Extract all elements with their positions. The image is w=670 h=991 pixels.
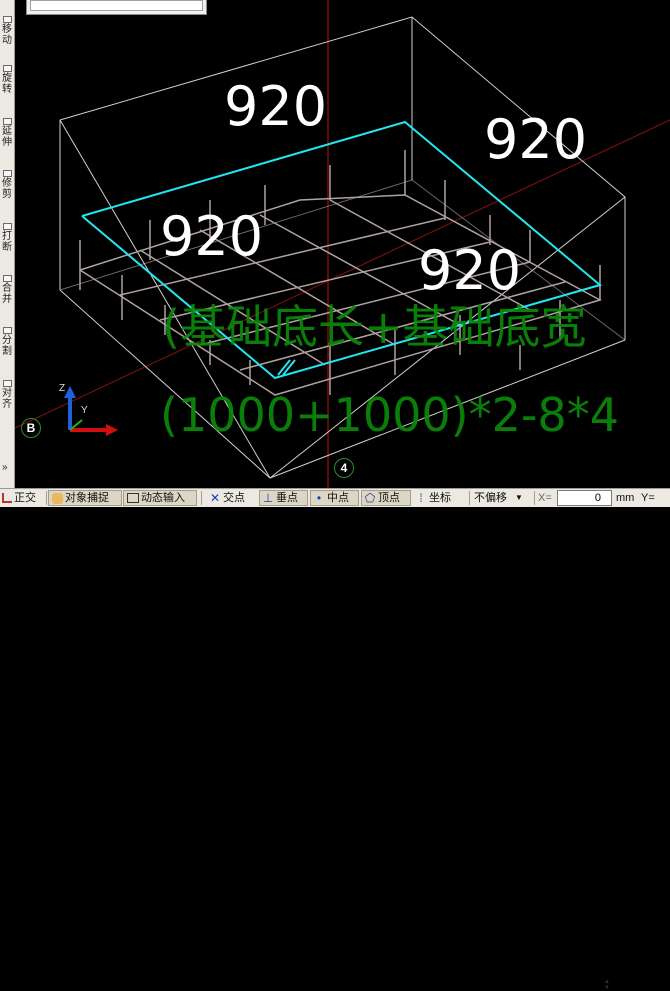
property-popup[interactable]	[26, 0, 207, 15]
trim-label: 修剪	[2, 178, 12, 200]
dynamic-input-icon	[127, 493, 139, 503]
formula-line-2: (1000+1000)*2-8*4	[160, 388, 619, 442]
extend-tool[interactable]: 延伸	[0, 118, 14, 148]
move-label: 移动	[2, 24, 12, 46]
perpendicular-icon: ⊥	[262, 490, 274, 505]
midpoint-snap[interactable]: • 中点	[310, 490, 359, 506]
merge-label: 合并	[2, 283, 12, 305]
merge-tool[interactable]: 合并	[0, 275, 14, 305]
merge-icon	[2, 275, 12, 282]
split-label: 分割	[2, 335, 12, 357]
intersection-icon: ✕	[209, 490, 221, 505]
coordinate-icon: ⁞	[419, 490, 423, 505]
dimension-label-top: 920	[224, 75, 328, 138]
vertex-icon: ⬠	[364, 490, 376, 505]
rebar-grid	[79, 150, 602, 396]
break-icon	[2, 223, 12, 230]
object-snap-label: 对象捕捉	[65, 492, 109, 504]
ucs-z-label: Z	[59, 383, 66, 394]
3d-viewport[interactable]: 920 920 920 920 (基础底长+基础底宽 (1000+1000)*2…	[15, 0, 670, 488]
dimension-label-right: 920	[484, 108, 588, 171]
break-tool[interactable]: 打断	[0, 223, 14, 253]
vertex-label: 顶点	[378, 492, 400, 504]
ortho-label: 正交	[14, 492, 36, 504]
x-label: X=	[538, 492, 552, 504]
ucs-y-label: Y	[81, 405, 88, 416]
perpendicular-snap[interactable]: ⊥ 垂点	[259, 490, 308, 506]
x-unit: mm	[616, 492, 635, 504]
coordinate-snap[interactable]: ⁞ 坐标	[415, 490, 451, 506]
split-tool[interactable]: 分割	[0, 327, 14, 357]
dynamic-input-toggle[interactable]: 动态输入	[123, 490, 197, 506]
split-icon	[2, 327, 12, 334]
ortho-toggle[interactable]: 正交	[2, 490, 36, 506]
x-spinner-icon[interactable]: ▲ ▼	[604, 979, 610, 991]
intersection-label: 交点	[223, 492, 245, 504]
extend-icon	[2, 118, 12, 125]
y-label: Y=	[641, 492, 655, 504]
move-tool[interactable]: 移动	[0, 16, 14, 46]
align-tool[interactable]: 对齐	[0, 380, 14, 410]
rotate-tool[interactable]: 旋转	[0, 65, 14, 95]
chevron-down-icon: ▼	[515, 493, 523, 502]
break-label: 打断	[2, 231, 12, 253]
axis-marker-b: B	[21, 418, 41, 438]
toolbar-more-icon[interactable]: »	[2, 462, 8, 473]
left-toolbar: 移动 旋转 延伸 修剪 打断 合并 分割 对齐 »	[0, 0, 15, 488]
ortho-icon	[2, 493, 12, 503]
vertex-snap[interactable]: ⬠ 顶点	[361, 490, 411, 506]
midpoint-label: 中点	[327, 492, 349, 504]
extend-label: 延伸	[2, 126, 12, 148]
midpoint-icon: •	[316, 490, 322, 505]
intersection-snap[interactable]: ✕ 交点	[209, 490, 245, 506]
formula-line-1: (基础底长+基础底宽	[162, 300, 587, 354]
x-input[interactable]: 0	[557, 490, 612, 506]
dynamic-input-label: 动态输入	[141, 492, 185, 504]
object-snap-toggle[interactable]: 对象捕捉	[48, 490, 122, 506]
ucs-icon	[64, 386, 118, 436]
rotate-icon	[2, 65, 12, 72]
rotate-label: 旋转	[2, 73, 12, 95]
move-icon	[2, 16, 12, 23]
offset-dropdown-value: 不偏移	[474, 492, 507, 504]
dimension-label-bottom: 920	[418, 239, 522, 302]
offset-dropdown[interactable]: 不偏移 ▼	[474, 490, 532, 506]
align-icon	[2, 380, 12, 387]
axis-marker-4: 4	[334, 458, 354, 478]
coordinate-label: 坐标	[429, 492, 451, 504]
status-bar: 正交 对象捕捉 动态输入 ✕ 交点 ⊥ 垂点 • 中点 ⬠ 顶点 ⁞ 坐标 不偏…	[0, 488, 670, 991]
perpendicular-label: 垂点	[276, 492, 298, 504]
snap-hand-icon	[52, 492, 63, 504]
dimension-label-left: 920	[160, 205, 264, 268]
trim-tool[interactable]: 修剪	[0, 170, 14, 200]
trim-icon	[2, 170, 12, 177]
align-label: 对齐	[2, 388, 12, 410]
